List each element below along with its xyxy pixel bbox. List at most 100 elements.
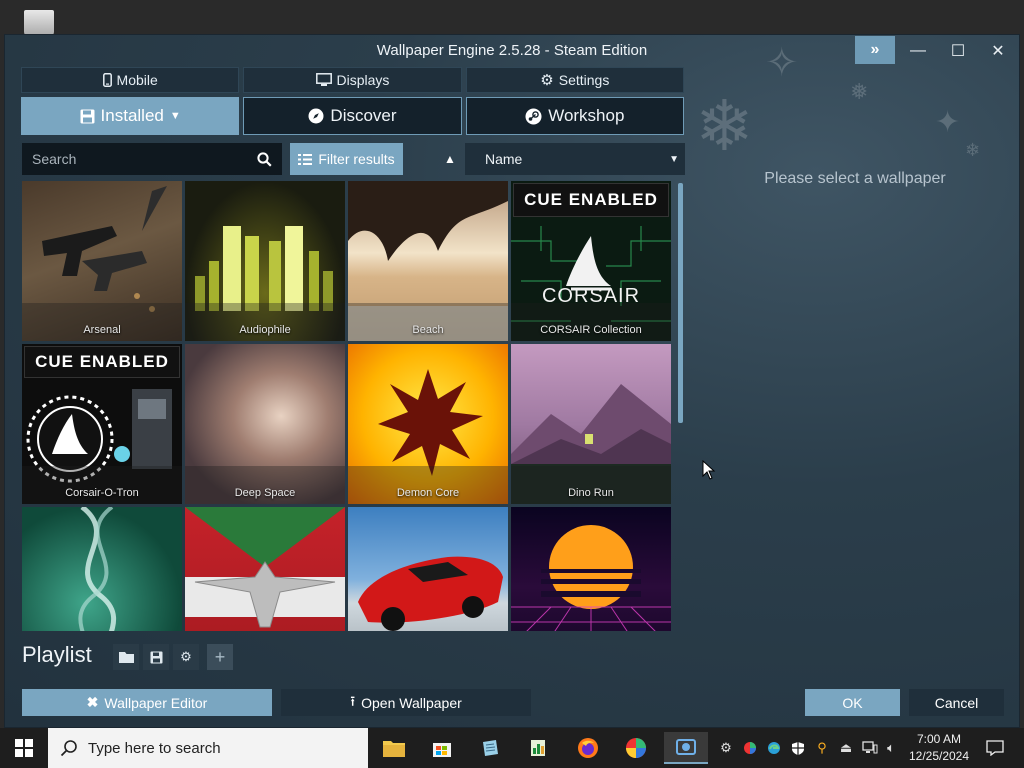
wallpaper-tile-corsair-o-tron[interactable]: CUE ENABLED Corsair-O-Tron: [22, 344, 182, 504]
search-placeholder: Search: [32, 151, 77, 167]
gears-icon: ⚙: [180, 649, 192, 664]
search-input[interactable]: Search: [22, 143, 282, 175]
main-tabs: Installed ▼ Discover Workshop: [21, 97, 684, 135]
tray-search-icon[interactable]: ⚲: [812, 728, 832, 768]
spreadsheet-app-icon[interactable]: [516, 732, 560, 764]
recycle-bin-icon[interactable]: [18, 6, 58, 36]
wallpaper-tile-dino-run[interactable]: Dino Run: [511, 344, 671, 504]
filter-results-button[interactable]: Filter results: [290, 143, 403, 175]
wallpaper-tile-red-car[interactable]: [348, 507, 508, 631]
add-to-playlist-button[interactable]: +: [207, 644, 233, 670]
compass-icon: [308, 108, 324, 124]
taskbar-search-placeholder: Type here to search: [88, 739, 221, 757]
title-bar: Wallpaper Engine 2.5.28 - Steam Edition …: [5, 35, 1019, 67]
open-wallpaper-button[interactable]: ⭱ Open Wallpaper: [281, 689, 531, 716]
cancel-button[interactable]: Cancel: [909, 689, 1004, 716]
dna-helix-thumbnail: [78, 507, 117, 631]
tab-displays[interactable]: Displays: [243, 67, 462, 93]
maximize-button[interactable]: ☐: [937, 35, 979, 67]
gear-icon: ⚙: [540, 72, 554, 89]
filter-list-icon: [298, 153, 313, 165]
security-shield-icon[interactable]: [788, 728, 808, 768]
tab-settings-label: Settings: [558, 72, 610, 88]
tab-discover-label: Discover: [330, 106, 397, 125]
cancel-label: Cancel: [934, 694, 979, 711]
tab-mobile[interactable]: Mobile: [21, 67, 240, 93]
open-wallpaper-label: Open Wallpaper: [361, 694, 462, 711]
color-app-icon[interactable]: [614, 732, 658, 764]
tab-displays-label: Displays: [336, 72, 390, 88]
wallpaper-editor-label: Wallpaper Editor: [104, 694, 208, 711]
wallpaper-tile-synthwave[interactable]: [511, 507, 671, 631]
tray-edge-icon[interactable]: [764, 728, 784, 768]
file-explorer-icon[interactable]: [372, 732, 416, 764]
search-icon[interactable]: [257, 151, 272, 167]
save-icon: [150, 651, 162, 663]
usb-device-icon[interactable]: ⏏: [836, 728, 856, 768]
taskbar-search-input[interactable]: Type here to search: [48, 728, 368, 768]
ok-button[interactable]: OK: [805, 689, 900, 716]
tab-discover[interactable]: Discover: [243, 97, 462, 135]
tab-workshop[interactable]: Workshop: [465, 97, 684, 135]
sort-by-value: Name: [485, 151, 523, 167]
wallpaper-title: Beach: [348, 303, 508, 341]
wallpaper-editor-button[interactable]: ✖ Wallpaper Editor: [22, 689, 272, 716]
wallpaper-engine-taskbar-icon[interactable]: [664, 732, 708, 764]
sort-direction-button[interactable]: ▲: [439, 143, 461, 175]
empty-selection-message: Please select a wallpaper: [764, 170, 946, 187]
wallpaper-title: Demon Core: [348, 466, 508, 504]
network-icon[interactable]: [860, 728, 880, 768]
wallpaper-tile-audiophile[interactable]: Audiophile: [185, 181, 345, 341]
red-car-thumbnail: [358, 556, 503, 631]
wallpaper-title: Corsair-O-Tron: [22, 466, 182, 504]
tray-app-icon[interactable]: ⚙: [716, 728, 736, 768]
snowflake-decoration: ❄: [695, 85, 754, 167]
expand-panel-button[interactable]: »: [855, 36, 895, 64]
wallpaper-tile-deep-space[interactable]: Deep Space: [185, 344, 345, 504]
wallpaper-tile-corsair-collection[interactable]: CUE ENABLED CORSAIR CORSAIR Collection: [511, 181, 671, 341]
open-playlist-button[interactable]: [113, 644, 139, 670]
notifications-icon[interactable]: [980, 728, 1010, 768]
cue-enabled-badge: CUE ENABLED: [24, 346, 180, 378]
volume-icon[interactable]: 🔈︎: [882, 728, 900, 768]
wallpaper-tile-beach[interactable]: Beach: [348, 181, 508, 341]
firefox-icon[interactable]: [566, 732, 610, 764]
wallpaper-tile-arsenal[interactable]: Arsenal: [22, 181, 182, 341]
wallpaper-engine-window: ❄ ✦ ✧ ❅ ❄ Wallpaper Engine 2.5.28 - Stea…: [4, 34, 1020, 728]
minimize-button[interactable]: —: [897, 35, 939, 67]
wallpaper-tile-eagle[interactable]: [185, 507, 345, 631]
tools-icon: ✖: [86, 694, 99, 710]
grid-scrollbar[interactable]: [678, 183, 683, 423]
wallpaper-tile-dna[interactable]: [22, 507, 182, 631]
microsoft-store-icon[interactable]: [420, 732, 464, 764]
cue-enabled-badge: CUE ENABLED: [513, 183, 669, 217]
wallpaper-title: Deep Space: [185, 466, 345, 504]
tab-settings[interactable]: ⚙ Settings: [465, 67, 684, 93]
tab-workshop-label: Workshop: [548, 106, 625, 125]
wallpaper-tile-demon-core[interactable]: Demon Core: [348, 344, 508, 504]
wallpaper-grid: Arsenal Audiophile Beach CUE ENABLED COR…: [22, 181, 672, 631]
ok-label: OK: [842, 694, 863, 711]
synthwave-sun-thumbnail: [511, 525, 671, 631]
notepad-icon[interactable]: [468, 732, 512, 764]
search-icon: [60, 740, 77, 757]
playlist-settings-button[interactable]: ⚙: [173, 644, 199, 670]
tab-installed[interactable]: Installed ▼: [21, 97, 240, 135]
start-button[interactable]: [0, 728, 48, 768]
wallpaper-title: Arsenal: [22, 303, 182, 341]
tab-installed-label: Installed: [100, 106, 164, 125]
monitor-icon: [315, 73, 332, 86]
eagle-emblem-thumbnail: [185, 507, 345, 628]
sort-by-select[interactable]: Name ▼: [465, 143, 685, 175]
tray-color-icon[interactable]: [740, 728, 760, 768]
playlist-heading: Playlist: [22, 642, 92, 667]
save-icon: [80, 109, 95, 123]
close-button[interactable]: ✕: [977, 35, 1019, 67]
snowflake-decoration: ❅: [850, 80, 869, 105]
secondary-tabs: Mobile Displays ⚙ Settings: [21, 67, 684, 93]
upload-icon: ⭱: [350, 692, 356, 709]
save-playlist-button[interactable]: [143, 644, 169, 670]
taskbar: Type here to search ⚙ ⚲ ⏏ 🔈︎ 7:00 AM 12/…: [0, 728, 1024, 768]
wallpaper-title: Audiophile: [185, 303, 345, 341]
system-clock[interactable]: 7:00 AM 12/25/2024: [900, 731, 978, 765]
